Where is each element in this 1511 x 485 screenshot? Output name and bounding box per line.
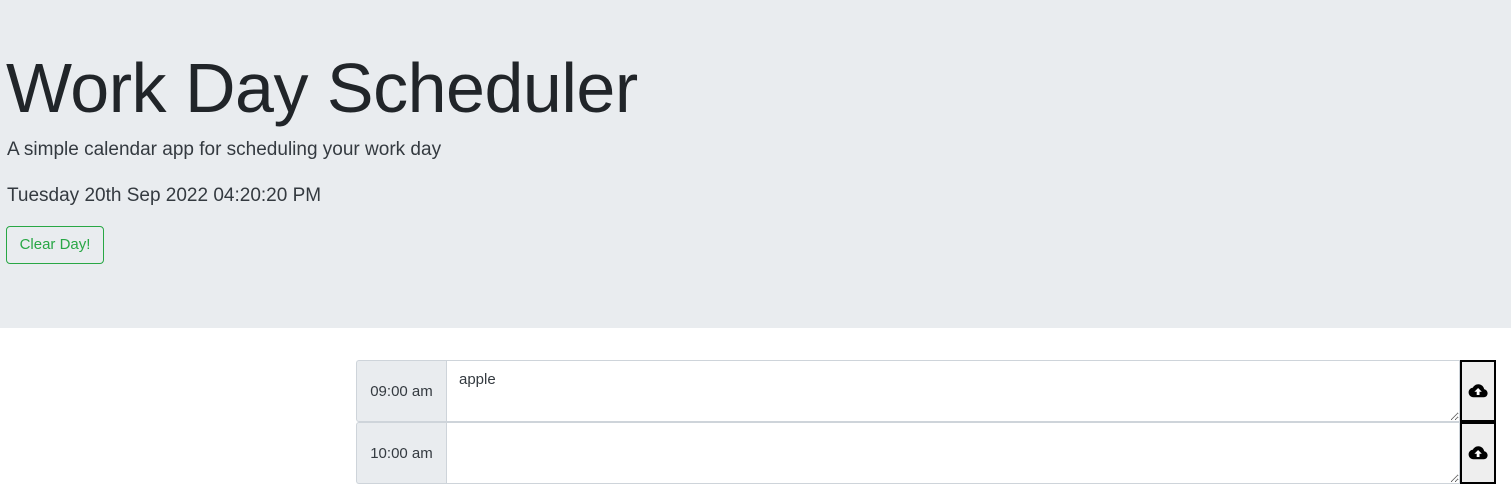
- hour-label: 09:00 am: [356, 360, 446, 422]
- clear-day-button[interactable]: Clear Day!: [6, 226, 104, 264]
- time-block-row: 09:00 am apple: [356, 360, 1496, 422]
- schedule-container: 09:00 am apple 10:00 am: [356, 360, 1496, 484]
- page-title: Work Day Scheduler: [6, 49, 638, 127]
- hour-label: 10:00 am: [356, 422, 446, 484]
- save-button[interactable]: [1460, 360, 1496, 422]
- current-datetime: Tuesday 20th Sep 2022 04:20:20 PM: [7, 185, 322, 206]
- event-description-input[interactable]: [446, 422, 1460, 484]
- event-description-input[interactable]: apple: [446, 360, 1460, 422]
- page-subtitle: A simple calendar app for scheduling you…: [7, 139, 442, 160]
- time-block-row: 10:00 am: [356, 422, 1496, 484]
- save-button[interactable]: [1460, 422, 1496, 484]
- cloud-upload-icon: [1468, 446, 1488, 460]
- cloud-upload-icon: [1468, 384, 1488, 398]
- header-jumbotron: Work Day Scheduler A simple calendar app…: [0, 0, 1511, 328]
